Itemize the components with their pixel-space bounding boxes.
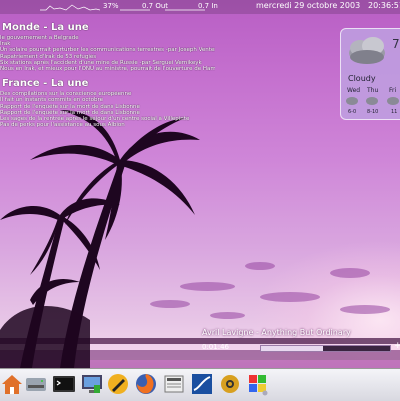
seek-bar[interactable] <box>260 345 391 352</box>
wave-icon[interactable] <box>190 372 214 398</box>
terminal-icon[interactable] <box>52 372 76 398</box>
news-icon[interactable] <box>162 372 186 398</box>
world-news-title[interactable]: Monde - La une <box>2 22 215 34</box>
forecast-range: 6-0 <box>348 109 357 115</box>
elapsed-time: 0:01:46 <box>202 343 229 351</box>
forecast-range: 11 <box>391 109 398 115</box>
forecast-range: 8-10 <box>367 109 379 115</box>
pen-icon[interactable] <box>106 372 130 398</box>
net-in: 0.7 In <box>198 2 218 10</box>
forecast-day: Fri <box>389 87 397 94</box>
weather-widget[interactable]: 7 Cloudy Wed Thu Fri 6-0 8-10 11 <box>340 28 400 120</box>
track-title: Avril Lavigne - Anything But Ordinary <box>202 328 351 337</box>
flag-icon[interactable] <box>246 372 270 398</box>
settings-gear-icon[interactable] <box>218 372 242 398</box>
firefox-icon[interactable] <box>134 372 158 398</box>
monitor-icon[interactable] <box>80 372 104 398</box>
forecast-day: Wed <box>347 87 361 94</box>
cloudy-icon <box>349 37 385 64</box>
system-monitor-bar: 37% 0.7 Out 0.7 In mercredi 29 octobre 2… <box>0 0 400 14</box>
forecast-icons <box>346 97 399 105</box>
weather-condition: Cloudy <box>348 74 376 83</box>
cpu-usage: 37% <box>103 2 119 10</box>
taskbar <box>0 368 400 401</box>
news-item[interactable]: Pas de perks pour l'assistance au sous A… <box>0 122 215 128</box>
forecast-day: Thu <box>367 87 379 94</box>
date-display: mercredi 29 octobre 2003 <box>256 1 361 10</box>
expand-button[interactable]: + <box>394 341 400 351</box>
clock[interactable]: 20:36:51 <box>368 1 400 10</box>
media-player-widget: Avril Lavigne - Anything But Ordinary 0:… <box>200 326 400 356</box>
home-icon[interactable] <box>0 372 24 398</box>
temperature: 7 <box>392 37 400 51</box>
news-item[interactable]: Un solaire pourrait perturber les commun… <box>0 47 215 53</box>
drive-icon[interactable] <box>24 372 48 398</box>
seek-bar-fill <box>261 346 323 351</box>
news-ticker-widget: Monde - La une le gouvernement a Belgrad… <box>0 22 215 128</box>
cpu-graph <box>40 4 100 11</box>
france-news-title[interactable]: France - La une <box>2 78 215 90</box>
news-item[interactable]: Nous en Irak, et mieux pour l'ONU au min… <box>0 66 215 72</box>
